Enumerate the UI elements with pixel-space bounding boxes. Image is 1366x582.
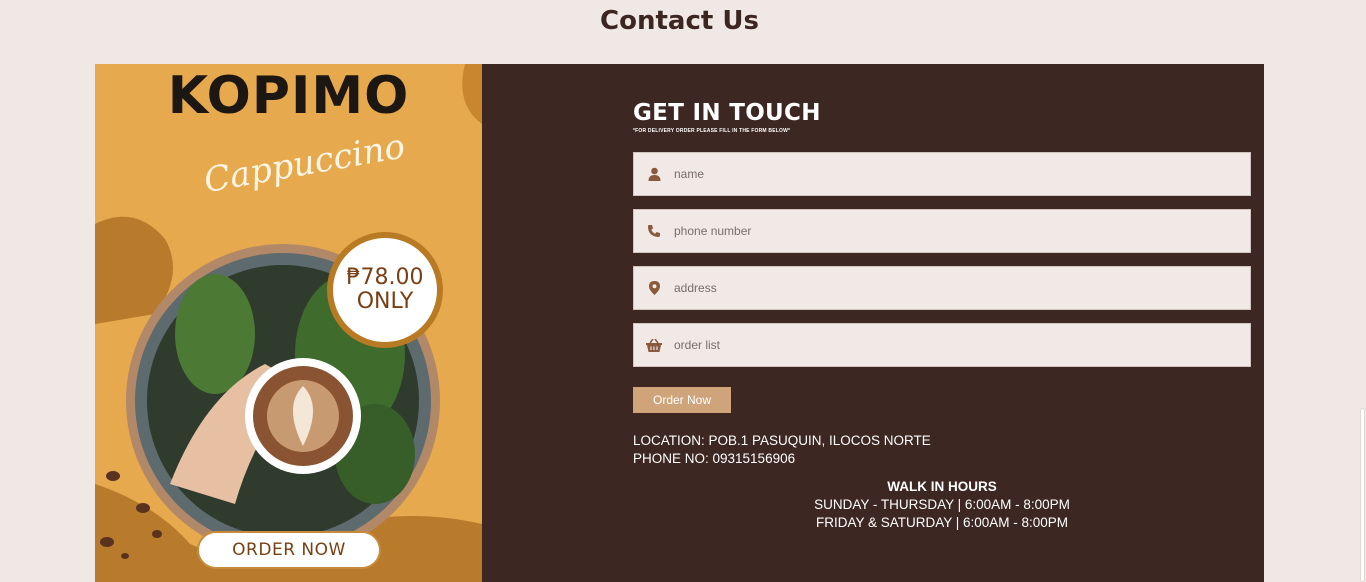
- scrollbar[interactable]: [1359, 0, 1366, 582]
- page-title: Contact Us: [600, 6, 759, 36]
- promo-brand: KOPIMO: [167, 66, 410, 126]
- price-value: ₱78.00: [346, 265, 424, 290]
- hours-line-weekend: FRIDAY & SATURDAY | 6:00AM - 8:00PM: [815, 515, 1069, 530]
- phone-text: PHONE NO: 09315156906: [633, 451, 796, 466]
- order-list-input[interactable]: [674, 338, 1234, 352]
- form-subtitle: *FOR DELIVERY ORDER PLEASE FILL IN THE F…: [633, 128, 791, 134]
- price-badge: ₱78.00 ONLY: [327, 232, 443, 348]
- promo-order-now-label: ORDER NOW: [197, 531, 381, 569]
- scrollbar-thumb[interactable]: [1360, 408, 1365, 582]
- hours-title: WALK IN HOURS: [887, 479, 997, 494]
- name-input[interactable]: [674, 167, 1234, 181]
- phone-field[interactable]: [633, 209, 1251, 253]
- contact-form: GET IN TOUCH *FOR DELIVERY ORDER PLEASE …: [633, 100, 1251, 530]
- user-icon: [646, 166, 662, 182]
- order-now-button[interactable]: Order Now: [633, 387, 731, 413]
- walk-in-hours: WALK IN HOURS SUNDAY - THURSDAY | 6:00AM…: [793, 478, 1091, 532]
- order-list-field[interactable]: [633, 323, 1251, 367]
- basket-icon: [646, 337, 662, 353]
- map-pin-icon: [646, 280, 662, 296]
- price-note: ONLY: [356, 289, 414, 314]
- address-input[interactable]: [674, 281, 1234, 295]
- address-field[interactable]: [633, 266, 1251, 310]
- phone-input[interactable]: [674, 224, 1234, 238]
- form-title: GET IN TOUCH: [633, 100, 821, 126]
- location-text: LOCATION: POB.1 PASUQUIN, ILOCOS NORTE: [633, 433, 931, 448]
- promo-poster: KOPIMO Cappuccino ₱78.00 ONLY ORDER NOW: [95, 64, 482, 582]
- name-field[interactable]: [633, 152, 1251, 196]
- phone-icon: [646, 223, 662, 239]
- hours-line-weekdays: SUNDAY - THURSDAY | 6:00AM - 8:00PM: [814, 497, 1070, 512]
- contact-section: KOPIMO Cappuccino ₱78.00 ONLY ORDER NOW …: [95, 64, 1264, 582]
